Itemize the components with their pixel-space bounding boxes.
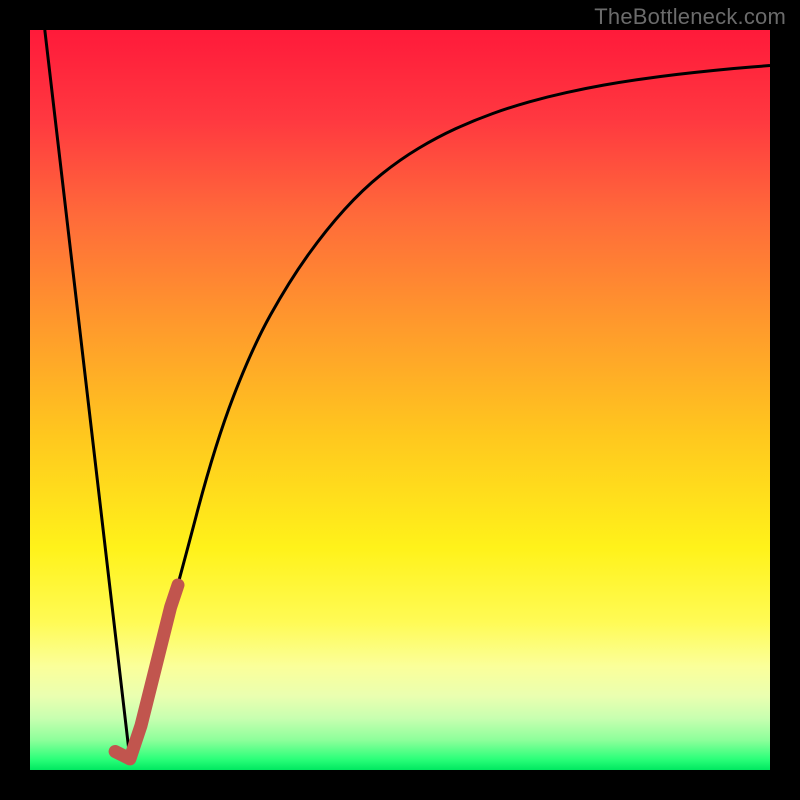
plot-area bbox=[30, 30, 770, 770]
chart-svg bbox=[30, 30, 770, 770]
gradient-background bbox=[30, 30, 770, 770]
chart-frame: TheBottleneck.com bbox=[0, 0, 800, 800]
watermark-text: TheBottleneck.com bbox=[594, 4, 786, 30]
